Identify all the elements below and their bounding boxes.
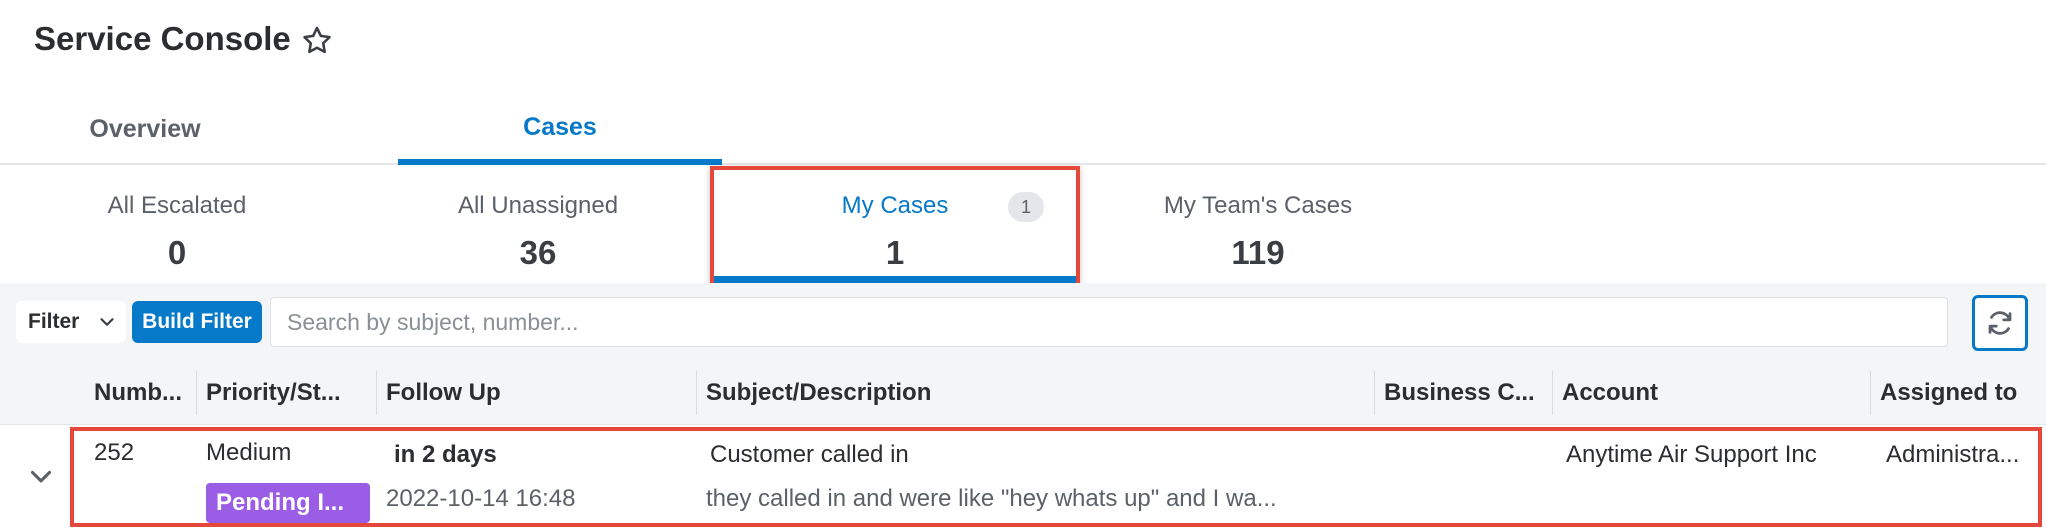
column-header-number[interactable]: Numb... <box>94 361 194 425</box>
tab-label: My Team's Cases <box>1163 192 1353 219</box>
tab-label: All Escalated <box>107 192 247 219</box>
page-title: Service Console <box>34 20 291 57</box>
chevron-down-icon[interactable] <box>24 459 58 493</box>
status-badge: Pending I... <box>206 483 370 523</box>
case-account[interactable]: Anytime Air Support Inc <box>1566 441 1817 469</box>
star-icon[interactable] <box>300 24 334 58</box>
refresh-icon <box>1988 311 2012 335</box>
tab-all-unassigned[interactable]: All Unassigned 36 <box>418 165 658 283</box>
tab-count: 0 <box>167 234 187 271</box>
case-assigned-to[interactable]: Administra... <box>1886 441 2044 469</box>
column-header-subject-description[interactable]: Subject/Description <box>706 361 1366 425</box>
case-list-tabs: All Escalated 0 All Unassigned 36 My Cas… <box>0 165 2046 283</box>
tab-label: All Unassigned <box>457 192 619 219</box>
tab-count: 36 <box>519 234 557 271</box>
column-divider[interactable] <box>196 371 197 415</box>
column-header-assigned-to[interactable]: Assigned to <box>1880 361 2046 425</box>
follow-up-date: 2022-10-14 16:48 <box>386 485 576 512</box>
count-badge: 1 <box>1008 192 1044 222</box>
tab-count: 119 <box>1231 234 1285 271</box>
tab-my-teams-cases[interactable]: My Team's Cases 119 <box>1130 165 1386 283</box>
tab-cases[interactable]: Cases <box>398 95 722 165</box>
tab-all-escalated[interactable]: All Escalated 0 <box>62 165 292 283</box>
chevron-down-icon <box>100 318 114 326</box>
column-divider[interactable] <box>1870 371 1871 415</box>
column-divider[interactable] <box>1374 371 1375 415</box>
filter-bar: Filter Build Filter <box>0 283 2046 361</box>
column-header-priority-status[interactable]: Priority/St... <box>206 361 378 425</box>
case-subject[interactable]: Customer called in <box>710 441 909 469</box>
tab-my-cases[interactable]: My Cases 1 1 <box>714 165 1076 283</box>
column-divider[interactable] <box>1552 371 1553 415</box>
tab-overview[interactable]: Overview <box>62 95 228 163</box>
column-divider[interactable] <box>376 371 377 415</box>
tab-count: 1 <box>885 234 905 271</box>
column-header-account[interactable]: Account <box>1562 361 1862 425</box>
main-tabs: Overview Cases <box>0 95 2046 165</box>
table-header: Numb... Priority/St... Follow Up Subject… <box>0 361 2046 425</box>
filter-label: Filter <box>28 310 80 333</box>
column-header-business-center[interactable]: Business C... <box>1384 361 1552 425</box>
follow-up-relative: in 2 days <box>394 441 497 468</box>
column-divider[interactable] <box>696 371 697 415</box>
build-filter-button[interactable]: Build Filter <box>132 301 262 343</box>
case-number[interactable]: 252 <box>94 439 134 467</box>
column-header-follow-up[interactable]: Follow Up <box>386 361 686 425</box>
refresh-button[interactable] <box>1972 295 2028 351</box>
filter-dropdown[interactable]: Filter <box>16 301 126 343</box>
table-row[interactable]: 252 Medium Pending I... in 2 days 2022-1… <box>0 425 2046 528</box>
page-header: Service Console <box>0 0 2046 80</box>
search-input[interactable] <box>270 297 1948 347</box>
case-description: they called in and were like "hey whats … <box>706 485 1277 512</box>
case-priority: Medium <box>206 439 292 466</box>
